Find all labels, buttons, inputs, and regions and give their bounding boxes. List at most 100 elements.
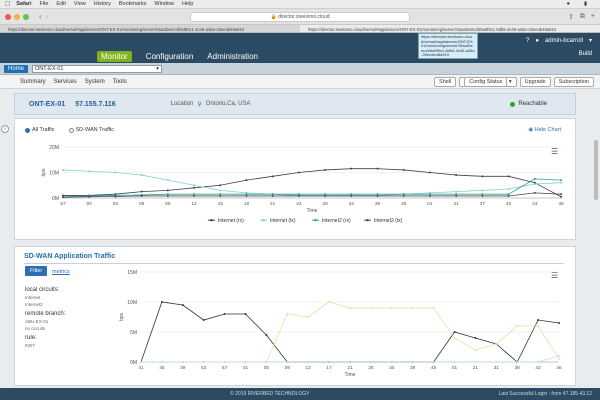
data-point <box>455 190 458 193</box>
shell-button[interactable]: Shell <box>434 76 457 87</box>
data-point <box>455 194 458 197</box>
minimize-window-icon[interactable] <box>14 13 20 20</box>
data-point <box>558 322 560 324</box>
forward-icon[interactable]: › <box>46 12 49 21</box>
data-point <box>428 171 431 174</box>
chevron-down-icon[interactable]: ▾ <box>589 37 592 44</box>
data-point <box>369 361 372 363</box>
browser-tab-1[interactable]: https://director.steelomo.cloud/versa/#a… <box>0 25 300 32</box>
data-point <box>166 194 169 197</box>
tab-system[interactable]: System <box>85 79 105 85</box>
address-bar[interactable]: 🔒 director.steelomo.cloud <box>190 12 410 22</box>
data-point <box>537 319 540 321</box>
data-point <box>307 316 310 318</box>
traffic-panel: All Traffic SD-WAN Traffic ◉ Hide Chart … <box>14 118 576 240</box>
copyright-text: 2019 RIVERBED TECHNOLOGY <box>235 391 310 397</box>
x-tick-label: 57 <box>60 201 66 207</box>
home-button[interactable]: Home <box>4 64 29 73</box>
nav-configuration[interactable]: Configuration <box>146 52 194 61</box>
data-point <box>271 193 274 196</box>
data-point <box>324 168 327 171</box>
browser-toolbar: ‹ › 🔒 director.steelomo.cloud ⇧ ⧉ + <box>0 9 600 25</box>
data-point <box>481 175 484 178</box>
menu-edit[interactable]: Edit <box>56 1 65 7</box>
series-line <box>63 168 562 198</box>
data-point <box>140 174 143 177</box>
x-tick-label: 45 <box>401 201 407 207</box>
new-tab-icon[interactable]: + <box>591 13 595 21</box>
data-point <box>219 189 222 192</box>
data-point <box>265 361 268 363</box>
data-point <box>181 304 184 306</box>
data-point <box>481 189 484 192</box>
subscription-button[interactable]: Subscription <box>553 76 594 87</box>
back-icon[interactable]: ‹ <box>39 12 42 21</box>
x-axis-label: Time <box>345 372 356 378</box>
lock-icon: 🔒 <box>270 14 277 20</box>
data-point <box>245 193 248 196</box>
data-point <box>244 361 247 363</box>
tabs-icon[interactable]: ⧉ <box>580 13 585 21</box>
sub-navigation: Summary Services System Tools Shell Conf… <box>0 75 600 89</box>
x-tick-label: 42 <box>535 365 541 371</box>
menu-view[interactable]: View <box>74 1 86 7</box>
wifi-icon[interactable]: ● <box>567 1 570 7</box>
help-icon[interactable]: ? <box>526 38 529 44</box>
x-tick-label: 28 <box>322 201 328 207</box>
page-scrollbar[interactable] <box>594 140 598 200</box>
traffic-chart: 0M 10M 20M bps 57 00 03 06 09 12 15 18 21 24 28 34 39 45 0… <box>41 145 564 224</box>
menu-help[interactable]: Help <box>182 1 193 7</box>
device-select[interactable]: ONT-EX-01 ▾ <box>32 64 163 73</box>
tab-tools[interactable]: Tools <box>113 79 127 85</box>
data-point <box>453 337 456 339</box>
nav-administration[interactable]: Administration <box>207 52 258 61</box>
user-icon[interactable]: ● <box>535 38 539 44</box>
y-tick-label: 10M <box>49 170 59 176</box>
data-point <box>376 167 379 170</box>
data-point <box>160 361 163 363</box>
legend-marker <box>210 219 213 222</box>
x-tick-label: 05 <box>264 365 270 371</box>
data-point <box>516 361 519 363</box>
data-point <box>193 194 196 197</box>
user-name[interactable]: admin-bcarroll <box>545 38 583 44</box>
data-point <box>349 307 351 309</box>
menu-history[interactable]: History <box>94 1 111 7</box>
browser-tab-2[interactable]: https://director.steelomo.cloud/versa/#a… <box>300 25 600 32</box>
legend-marker <box>262 219 265 222</box>
tab-summary[interactable]: Summary <box>20 79 46 85</box>
data-point <box>453 361 456 363</box>
close-window-icon[interactable] <box>5 13 11 20</box>
menu-bookmarks[interactable]: Bookmarks <box>119 1 147 7</box>
address-text: director.steelomo.cloud <box>278 14 330 20</box>
series-line <box>62 178 562 198</box>
nav-monitor[interactable]: Monitor <box>97 51 132 62</box>
menu-file[interactable]: File <box>40 1 49 7</box>
data-point <box>244 313 247 315</box>
x-tick-label: 21 <box>453 201 459 207</box>
menu-window[interactable]: Window <box>154 1 174 7</box>
config-status-button[interactable]: Config Status ▾ <box>459 76 517 87</box>
x-tick-label: 37 <box>480 201 486 207</box>
tab-services[interactable]: Services <box>54 79 77 85</box>
apple-icon[interactable]:  <box>5 1 10 8</box>
data-point <box>376 193 379 196</box>
breadcrumb: Home ONT-EX-01 ▾ <box>0 63 600 75</box>
data-point <box>62 168 64 171</box>
menu-safari[interactable]: Safari <box>16 1 31 7</box>
data-point <box>350 167 353 170</box>
battery-icon[interactable]: ▮ <box>584 1 587 7</box>
data-point <box>140 194 143 197</box>
x-tick-label: 31 <box>494 365 500 371</box>
upgrade-button[interactable]: Upgrade <box>519 76 551 87</box>
device-ip: 57.155.7.116 <box>75 100 116 108</box>
zoom-window-icon[interactable] <box>23 13 29 20</box>
data-point <box>114 195 117 198</box>
data-point <box>516 325 519 327</box>
x-tick-label: 41 <box>138 365 144 371</box>
data-point <box>140 361 142 363</box>
expand-panel-icon[interactable]: › <box>1 125 9 133</box>
data-point <box>474 361 477 363</box>
x-tick-label: 03 <box>113 201 119 207</box>
share-icon[interactable]: ⇧ <box>568 13 574 21</box>
